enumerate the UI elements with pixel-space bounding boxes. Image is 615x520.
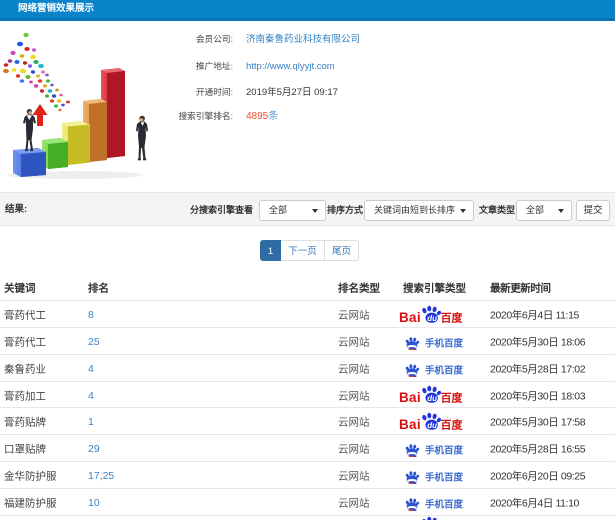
svg-text:du: du: [427, 314, 437, 323]
svg-text:du: du: [427, 394, 437, 403]
svg-text:百度: 百度: [441, 391, 464, 405]
svg-text:Bai: Bai: [399, 417, 421, 432]
svg-text:手机百度: 手机百度: [425, 471, 464, 483]
svg-text:百度: 百度: [441, 417, 464, 431]
svg-text:du: du: [427, 421, 437, 430]
svg-text:手机百度: 手机百度: [425, 498, 464, 510]
svg-text:手机百度: 手机百度: [425, 364, 464, 376]
svg-text:手机百度: 手机百度: [425, 445, 464, 457]
svg-text:百度: 百度: [441, 310, 464, 324]
svg-text:Bai: Bai: [399, 309, 421, 324]
svg-text:Bai: Bai: [399, 390, 421, 405]
svg-text:手机百度: 手机百度: [425, 337, 464, 349]
